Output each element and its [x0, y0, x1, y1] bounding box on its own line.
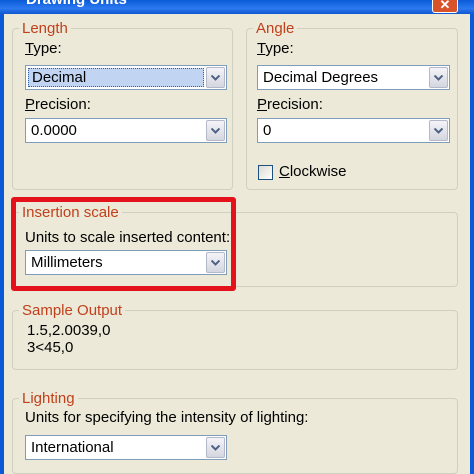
- window-frame-left: [0, 14, 4, 474]
- length-precision-value: 0.0000: [31, 122, 77, 139]
- title-bar: Drawing Units ✕: [0, 0, 474, 14]
- chevron-down-icon: [211, 128, 220, 134]
- length-type-value: Decimal: [28, 68, 204, 87]
- close-icon: ✕: [439, 0, 451, 12]
- lighting-units-select[interactable]: International: [25, 435, 227, 460]
- lighting-units-dropdown-button[interactable]: [206, 437, 225, 458]
- chevron-down-icon: [211, 75, 220, 81]
- insertion-scale-highlight: [11, 197, 236, 291]
- angle-type-value: Decimal Degrees: [263, 69, 379, 86]
- length-legend: Length: [19, 20, 71, 37]
- window-title: Drawing Units: [26, 0, 127, 8]
- angle-precision-value: 0: [263, 122, 272, 139]
- length-precision-dropdown-button[interactable]: [206, 120, 225, 141]
- angle-group: Angle Type: Decimal Degrees Precision: 0…: [246, 20, 458, 190]
- length-group: Length Type: Decimal Precision: 0.0000: [12, 20, 233, 190]
- angle-precision-label: Precision:: [257, 96, 323, 113]
- lighting-units-value: International: [31, 439, 114, 456]
- chevron-down-icon: [434, 128, 443, 134]
- sample-output-line-1: 1.5,2.0039,0: [27, 322, 111, 339]
- angle-type-select[interactable]: Decimal Degrees: [257, 65, 450, 90]
- close-button[interactable]: ✕: [432, 0, 458, 13]
- length-type-label: Type:: [25, 40, 62, 57]
- angle-precision-select[interactable]: 0: [257, 118, 450, 143]
- lighting-legend: Lighting: [19, 390, 78, 407]
- clockwise-checkbox[interactable]: [258, 165, 273, 180]
- length-precision-select[interactable]: 0.0000: [25, 118, 227, 143]
- lighting-group: Lighting Units for specifying the intens…: [12, 390, 458, 474]
- sample-output-legend: Sample Output: [19, 302, 126, 319]
- angle-type-dropdown-button[interactable]: [429, 67, 448, 88]
- angle-precision-dropdown-button[interactable]: [429, 120, 448, 141]
- chevron-down-icon: [211, 445, 220, 451]
- length-type-dropdown-button[interactable]: [206, 67, 225, 88]
- chevron-down-icon: [434, 75, 443, 81]
- length-precision-label: Precision:: [25, 96, 91, 113]
- length-type-select[interactable]: Decimal: [25, 65, 227, 90]
- window-frame-right: [470, 14, 474, 474]
- sample-output-line-2: 3<45,0: [27, 339, 74, 356]
- sample-output-group: Sample Output 1.5,2.0039,0 3<45,0: [12, 302, 458, 370]
- angle-legend: Angle: [253, 20, 298, 37]
- clockwise-label[interactable]: Clockwise: [279, 163, 347, 181]
- angle-type-label: Type:: [257, 40, 294, 57]
- lighting-label: Units for specifying the intensity of li…: [25, 409, 309, 426]
